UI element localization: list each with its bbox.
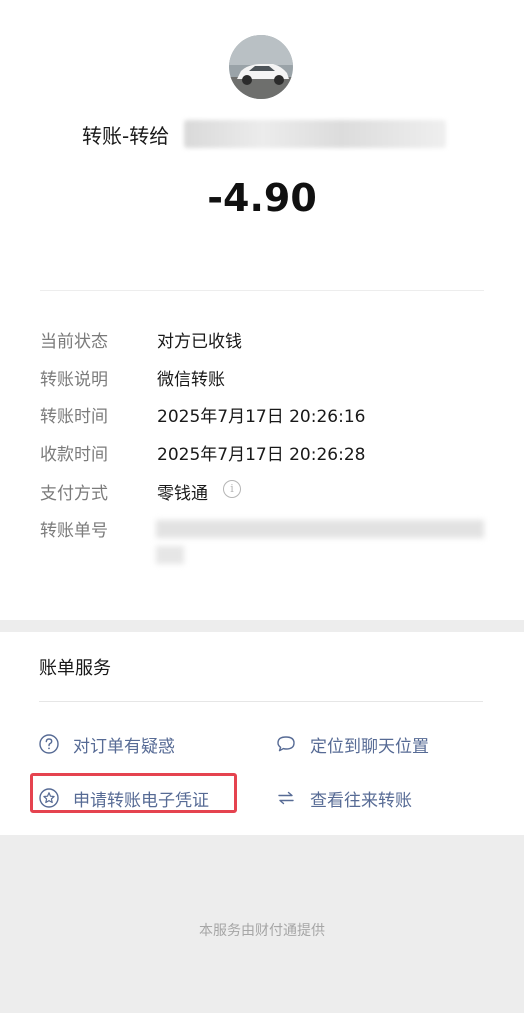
swap-arrows-icon: [278, 791, 294, 805]
detail-value: 零钱通: [157, 484, 208, 504]
highlight-annotation-box: [30, 773, 237, 813]
detail-value: 微信转账: [157, 370, 225, 390]
detail-value: 对方已收钱: [157, 332, 242, 352]
transfer-title-prefix: 转账-转给: [82, 124, 170, 148]
transfer-title: 转账-转给: [0, 116, 524, 150]
footer-provider-note: 本服务由财付通提供: [199, 923, 325, 939]
car-avatar-icon: [229, 35, 293, 99]
service-label: 对订单有疑惑: [73, 737, 175, 757]
detail-label: 转账时间: [40, 407, 108, 427]
detail-label: 转账说明: [40, 370, 108, 390]
detail-row-payment-method: 支付方式 零钱通 i: [40, 479, 484, 507]
info-icon[interactable]: i: [223, 480, 241, 498]
detail-row-status: 当前状态 对方已收钱: [40, 327, 484, 355]
service-label: 查看往来转账: [310, 791, 412, 811]
detail-value: 2025年7月17日 20:26:16: [157, 407, 366, 427]
detail-row-note: 转账说明 微信转账: [40, 365, 484, 393]
recipient-avatar[interactable]: [229, 35, 293, 99]
detail-label: 收款时间: [40, 445, 108, 465]
divider: [39, 701, 483, 702]
detail-label: 支付方式: [40, 484, 108, 504]
serial-number-redacted: [156, 518, 484, 568]
transfer-detail-card: 转账-转给 -4.90 当前状态 对方已收钱 转账说明 微信转账 转账时间 20…: [0, 0, 524, 620]
detail-row-receive-time: 收款时间 2025年7月17日 20:26:28: [40, 440, 484, 468]
recipient-name-redacted: [184, 120, 446, 148]
service-label: 定位到聊天位置: [310, 737, 429, 757]
detail-label: 转账单号: [40, 521, 108, 541]
chat-bubble-icon: [277, 736, 295, 752]
detail-value: 2025年7月17日 20:26:28: [157, 445, 366, 465]
services-title: 账单服务: [39, 658, 111, 679]
detail-row-transfer-time: 转账时间 2025年7月17日 20:26:16: [40, 402, 484, 430]
detail-label: 当前状态: [40, 332, 108, 352]
transfer-amount: -4.90: [207, 176, 317, 220]
bill-services-card: 账单服务 对订单有疑惑 定位到聊天位置 申请转账电子凭证 查看往来转账: [0, 632, 524, 835]
question-circle-icon: [39, 734, 59, 754]
divider: [40, 290, 484, 291]
